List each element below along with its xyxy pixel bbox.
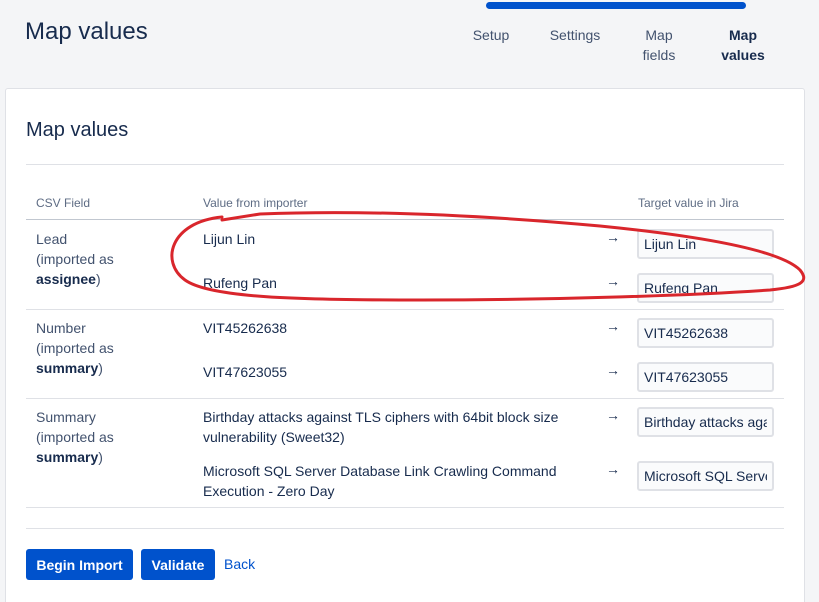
imported-as-suffix: ): [95, 271, 101, 287]
target-value-input[interactable]: [637, 461, 774, 491]
footer-divider: [26, 528, 784, 529]
imported-as-suffix: ): [98, 360, 103, 376]
step-setup[interactable]: Setup: [466, 25, 516, 45]
table-row-lead: Lead (imported as assignee): [36, 229, 186, 289]
wizard-steps: Setup Settings Map fields Map values: [0, 25, 819, 75]
divider: [26, 164, 784, 165]
arrow-icon: →: [606, 273, 620, 289]
source-value: Lijun Lin: [203, 231, 256, 247]
target-value-input[interactable]: [637, 318, 774, 348]
table-row-summary: Summary (imported as summary): [36, 407, 186, 467]
source-value: Microsoft SQL Server Database Link Crawl…: [203, 463, 557, 499]
target-value-input[interactable]: [637, 273, 774, 303]
table-row-number: Number (imported as summary): [36, 318, 186, 378]
row-divider: [26, 507, 784, 508]
target-value-input[interactable]: [637, 362, 774, 392]
arrow-icon: →: [606, 461, 620, 477]
step-map-values[interactable]: Map values: [718, 25, 768, 65]
step-map-fields[interactable]: Map fields: [634, 25, 684, 65]
begin-import-button[interactable]: Begin Import: [26, 549, 133, 580]
source-value: VIT47623055: [203, 364, 288, 380]
back-link[interactable]: Back: [224, 556, 255, 572]
source-value: Birthday attacks against TLS ciphers wit…: [203, 409, 559, 445]
table-header-divider: [26, 219, 784, 220]
progress-bar: [486, 2, 746, 9]
row-divider: [26, 398, 784, 399]
row-divider: [26, 309, 784, 310]
arrow-icon: →: [606, 362, 620, 378]
field-name: Summary: [36, 409, 96, 425]
column-header-value-from-importer: Value from importer: [203, 196, 308, 210]
imported-as-field: summary: [36, 360, 99, 376]
source-value: Rufeng Pan: [203, 275, 277, 291]
imported-as-prefix: (imported as: [36, 429, 114, 445]
imported-as-prefix: (imported as: [36, 251, 114, 267]
field-name: Lead: [36, 231, 68, 247]
field-name: Number: [36, 320, 86, 336]
imported-as-prefix: (imported as: [36, 340, 114, 356]
validate-button[interactable]: Validate: [141, 549, 215, 580]
step-settings[interactable]: Settings: [545, 25, 605, 45]
column-header-target-value: Target value in Jira: [638, 196, 739, 210]
imported-as-suffix: ): [98, 449, 103, 465]
imported-as-field: summary: [36, 449, 99, 465]
arrow-icon: →: [606, 229, 620, 245]
card-title: Map values: [26, 119, 129, 141]
column-header-csv-field: CSV Field: [36, 196, 91, 210]
target-value-input[interactable]: [637, 407, 774, 437]
arrow-icon: →: [606, 407, 620, 423]
source-value: VIT45262638: [203, 320, 288, 336]
arrow-icon: →: [606, 318, 620, 334]
target-value-input[interactable]: [637, 229, 774, 259]
imported-as-field: assignee: [36, 271, 96, 287]
